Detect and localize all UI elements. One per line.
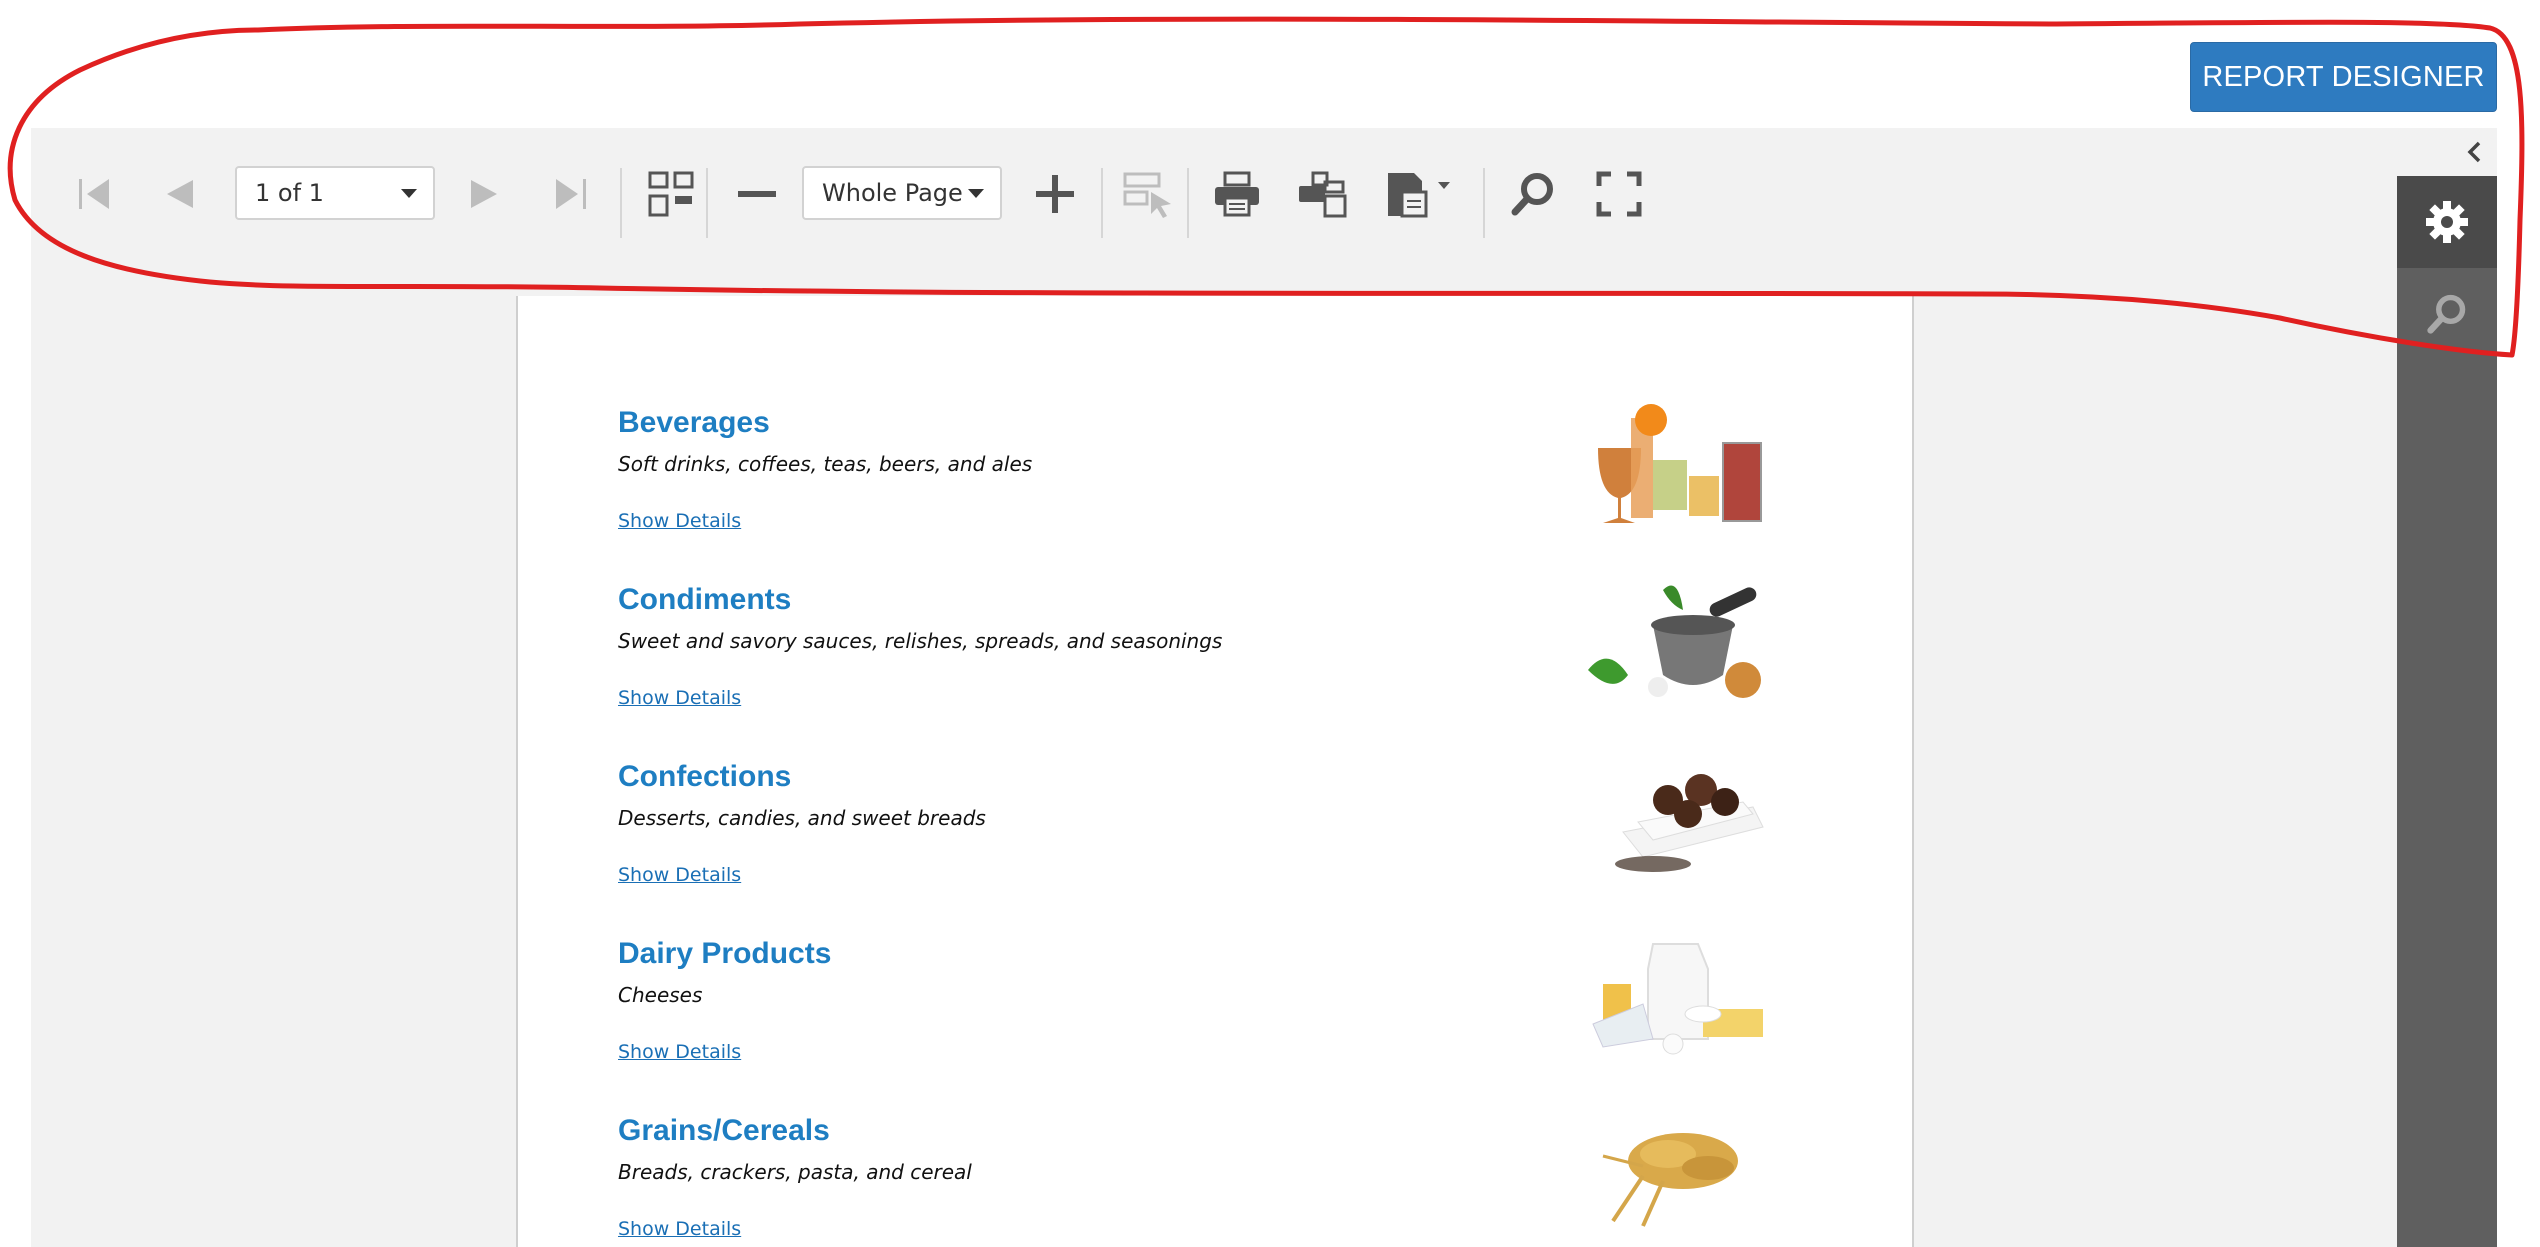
zoom-in-icon[interactable] [1017, 156, 1093, 232]
grains-photo [1602, 1133, 1738, 1227]
show-details-link[interactable]: Show Details [618, 687, 741, 709]
show-details-link[interactable]: Show Details [618, 1041, 741, 1063]
category-item: Condiments Sweet and savory sauces, reli… [618, 583, 1858, 760]
category-item: Confections Desserts, candies, and sweet… [618, 760, 1858, 937]
category-name: Confections [618, 760, 792, 793]
full-screen-icon[interactable] [1581, 156, 1657, 232]
toolbar-separator [1483, 168, 1485, 238]
zoom-selector[interactable]: Whole Page [802, 166, 1002, 220]
side-panel-tabs [2397, 176, 2497, 1247]
export-icon[interactable] [1371, 156, 1467, 232]
collapse-chevron-icon[interactable] [2455, 132, 2495, 172]
print-icon[interactable] [1199, 156, 1275, 232]
search-icon [2427, 294, 2466, 334]
category-description: Sweet and savory sauces, relishes, sprea… [618, 629, 1223, 653]
toolbar-separator [1187, 168, 1189, 238]
print-page-icon[interactable] [1285, 156, 1361, 232]
category-description: Breads, crackers, pasta, and cereal [618, 1160, 972, 1184]
show-details-link[interactable]: Show Details [618, 864, 741, 886]
category-name: Condiments [618, 583, 792, 616]
category-item: Grains/Cereals Breads, crackers, pasta, … [618, 1114, 1858, 1247]
settings-gear-icon [2426, 201, 2468, 243]
page-selector[interactable]: 1 of 1 [235, 166, 435, 220]
search-icon[interactable] [1495, 156, 1571, 232]
condiments-photo [1588, 585, 1761, 698]
right-side-panel [2397, 128, 2497, 1247]
report-designer-button[interactable]: REPORT DESIGNER [2190, 42, 2497, 112]
category-name: Beverages [618, 406, 770, 439]
settings-tab[interactable] [2397, 176, 2497, 268]
highlight-editing-fields-icon[interactable] [1111, 156, 1187, 232]
category-item: Dairy Products Cheeses Show Details [618, 937, 1858, 1114]
chevron-down-icon [401, 189, 417, 198]
category-description: Cheeses [618, 983, 703, 1007]
page-selector-value: 1 of 1 [255, 179, 324, 207]
category-item: Beverages Soft drinks, coffees, teas, be… [618, 404, 1858, 583]
toolbar-separator [706, 168, 708, 238]
prev-page-icon[interactable] [151, 156, 209, 232]
show-details-link[interactable]: Show Details [618, 510, 741, 532]
show-details-link[interactable]: Show Details [618, 1218, 741, 1240]
zoom-selector-value: Whole Page [822, 179, 963, 207]
last-page-icon[interactable] [541, 156, 599, 232]
toolbar-separator [620, 168, 622, 238]
category-name: Grains/Cereals [618, 1114, 830, 1147]
viewer-toolbar: 1 of 1 Whole Page [31, 128, 2397, 260]
report-page: Beverages Soft drinks, coffees, teas, be… [516, 296, 1914, 1247]
beverages-photo [1598, 404, 1762, 523]
chevron-down-icon [968, 189, 984, 198]
search-tab[interactable] [2397, 268, 2497, 360]
multipage-icon[interactable] [633, 156, 709, 232]
category-description: Desserts, candies, and sweet breads [618, 806, 986, 830]
first-page-icon[interactable] [66, 156, 124, 232]
document-viewer: 1 of 1 Whole Page Beverages Soft drinks,… [31, 128, 2497, 1247]
next-page-icon[interactable] [455, 156, 513, 232]
category-name: Dairy Products [618, 937, 832, 970]
category-description: Soft drinks, coffees, teas, beers, and a… [618, 452, 1033, 476]
dairy-photo [1592, 943, 1763, 1055]
confections-photo [1615, 774, 1764, 872]
toolbar-separator [1101, 168, 1103, 238]
zoom-out-icon[interactable] [719, 156, 795, 232]
